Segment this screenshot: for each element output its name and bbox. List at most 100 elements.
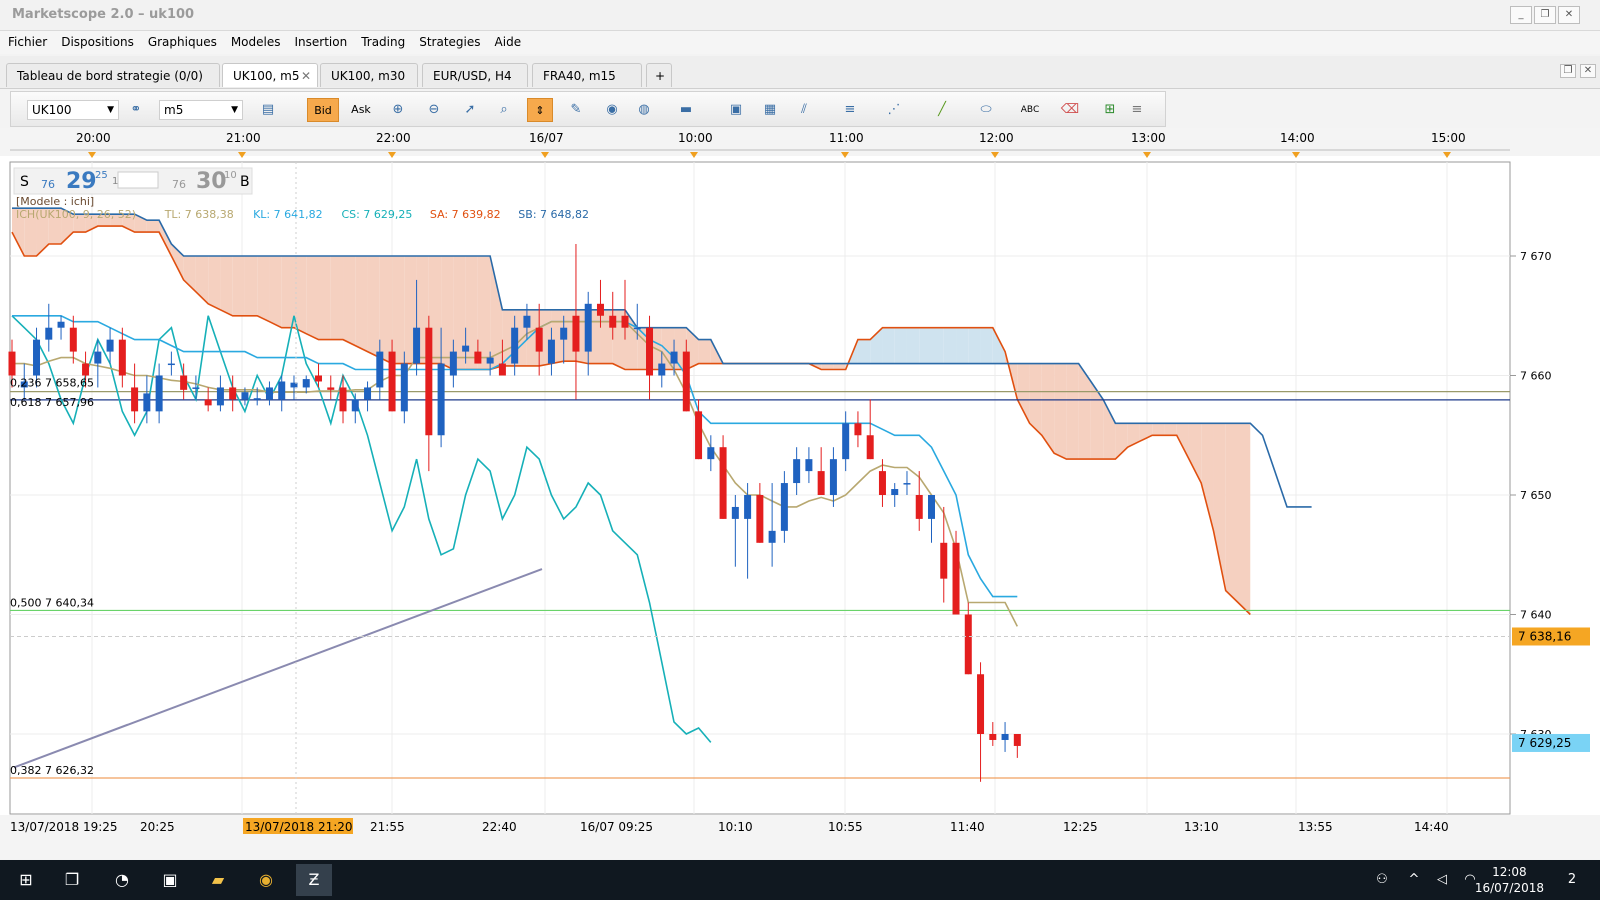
candle-body — [180, 375, 188, 390]
instrument-select[interactable]: UK100 ▼ — [27, 100, 119, 120]
ichimoku-cloud-segment — [379, 256, 393, 364]
bottom-axis-label: 12:25 — [1063, 820, 1098, 834]
file-explorer-icon[interactable]: ▰ — [200, 864, 236, 896]
bid-button[interactable]: Bid — [307, 98, 339, 122]
notifications-icon[interactable]: 2 — [1554, 864, 1590, 896]
close-button[interactable]: ✕ — [1558, 6, 1580, 24]
candle-body — [817, 471, 825, 495]
candle-body — [131, 387, 139, 412]
people-icon[interactable]: ⚇ — [1364, 864, 1400, 896]
candle-body — [707, 447, 715, 460]
globe-icon[interactable]: ◍ — [631, 98, 657, 122]
top-axis-label: 21:00 — [226, 131, 261, 145]
eye-icon[interactable]: ◉ — [599, 98, 625, 122]
chrome-icon[interactable]: ◉ — [248, 864, 284, 896]
candle-body — [143, 393, 151, 412]
fibonacci-icon[interactable]: ⫽ — [791, 98, 817, 122]
tab-uk100-m5[interactable]: UK100, m5 ✕ — [222, 63, 318, 87]
ichimoku-cloud-segment — [821, 363, 834, 370]
tab-eurusd-h4[interactable]: EUR/USD, H4 — [422, 63, 528, 87]
link-icon[interactable]: ⚭ — [123, 98, 149, 122]
ichimoku-cloud-segment — [257, 256, 270, 322]
marketscope-icon[interactable]: Ƶ — [296, 864, 332, 896]
task-view-icon[interactable]: ❐ — [54, 864, 90, 896]
candle-body — [903, 483, 911, 485]
chart-area[interactable]: 20:00 21:00 22:00 16/07 10:00 11:00 12:00 13:00… — [0, 128, 1600, 859]
sell-small: 76 — [41, 178, 55, 191]
top-axis-label: 12:00 — [979, 131, 1014, 145]
ask-label: Ask — [351, 103, 371, 116]
ichimoku-cloud-segment — [1238, 423, 1251, 615]
app-icon[interactable]: ◔ — [104, 864, 140, 896]
chart-type-icon[interactable]: ▤ — [255, 98, 281, 122]
tab-fra40-m15[interactable]: FRA40, m15 — [532, 63, 642, 87]
text-icon[interactable]: ABC — [1017, 98, 1043, 122]
zoom-in-icon[interactable]: ⊕ — [385, 98, 411, 122]
candle-body — [977, 674, 985, 734]
bottom-axis-label: 22:40 — [482, 820, 517, 834]
image-icon[interactable]: ▣ — [723, 98, 749, 122]
ruler-icon[interactable]: ▬ — [673, 98, 699, 122]
close-tab-icon[interactable]: ✕ — [301, 64, 311, 88]
candle-body — [474, 351, 482, 364]
last-price-label: 7 638,16 — [1518, 629, 1571, 643]
ichimoku-cloud-segment — [208, 256, 221, 310]
edit-icon[interactable]: ✎ — [563, 98, 589, 122]
chart-svg[interactable]: 20:00 21:00 22:00 16/07 10:00 11:00 12:00 13:00… — [0, 128, 1600, 859]
ichimoku-cloud-segment — [1054, 363, 1067, 460]
cursor-icon[interactable]: ➚ — [457, 98, 483, 122]
ask-button[interactable]: Ask — [345, 98, 377, 122]
menu-strategies[interactable]: Strategies — [411, 31, 486, 49]
crosshair-button[interactable]: ⇕ — [527, 98, 553, 122]
app-icon[interactable]: ▣ — [152, 864, 188, 896]
fan-icon[interactable]: ⋰ — [881, 98, 907, 122]
ichimoku-cloud-segment — [931, 327, 944, 364]
minimize-button[interactable]: _ — [1510, 6, 1532, 24]
eraser-icon[interactable]: ⌫ — [1057, 98, 1083, 122]
candle-body — [523, 315, 531, 328]
zoom-out-icon[interactable]: ⊖ — [421, 98, 447, 122]
menu-graphiques[interactable]: Graphiques — [140, 31, 223, 49]
candle-body — [376, 351, 384, 388]
candle-body — [94, 351, 102, 364]
hierarchy-icon[interactable]: ⊞ — [1097, 98, 1123, 122]
candle-body — [670, 351, 678, 364]
bottom-axis-label: 13/07/2018 21:20 — [245, 820, 353, 834]
menu-dispositions[interactable]: Dispositions — [53, 31, 140, 49]
tab-label: FRA40, m15 — [543, 69, 616, 83]
fib-382-label: 0,382 7 626,32 — [10, 764, 94, 777]
bottom-axis-label: 21:55 — [370, 820, 405, 834]
candle-body — [8, 351, 16, 376]
top-axis-label: 20:00 — [76, 131, 111, 145]
price-axis-label: 7 670 — [1520, 250, 1552, 263]
add-tab-button[interactable]: + — [646, 63, 672, 87]
menu-trading[interactable]: Trading — [353, 31, 411, 49]
ellipse-icon[interactable]: ⬭ — [973, 98, 999, 122]
tab-uk100-m30[interactable]: UK100, m30 — [320, 63, 418, 87]
indicator-icon[interactable]: ▦ — [757, 98, 783, 122]
candle-body — [57, 321, 65, 328]
system-clock[interactable]: 12:08 16/07/2018 — [1475, 864, 1544, 896]
ichimoku-cloud-segment — [232, 256, 245, 316]
top-axis-label: 16/07 — [529, 131, 564, 145]
menu-aide[interactable]: Aide — [487, 31, 528, 49]
panel-restore-button[interactable]: ❐ — [1560, 64, 1576, 78]
candle-body — [572, 315, 580, 352]
toolbar-overflow-icon[interactable]: ≡ — [1131, 98, 1143, 122]
restore-button[interactable]: ❐ — [1534, 6, 1556, 24]
candle-body — [449, 351, 457, 376]
tab-dashboard[interactable]: Tableau de bord strategie (0/0) — [6, 63, 220, 87]
trendline-icon[interactable]: ╱ — [929, 98, 955, 122]
candle-body — [413, 327, 421, 364]
notification-count: 2 — [1567, 872, 1577, 887]
horizontal-lines-icon[interactable]: ≡ — [837, 98, 863, 122]
menu-modeles[interactable]: Modeles — [223, 31, 287, 49]
windows-start-icon[interactable]: ⊞ — [8, 864, 44, 896]
menu-fichier[interactable]: Fichier — [0, 31, 53, 49]
ichimoku-cloud-segment — [306, 256, 319, 340]
menu-insertion[interactable]: Insertion — [287, 31, 354, 49]
candle-body — [829, 459, 837, 495]
panel-close-button[interactable]: ✕ — [1580, 64, 1596, 78]
magnifier-icon[interactable]: ⌕ — [491, 98, 517, 122]
timeframe-select[interactable]: m5 ▼ — [159, 100, 243, 120]
